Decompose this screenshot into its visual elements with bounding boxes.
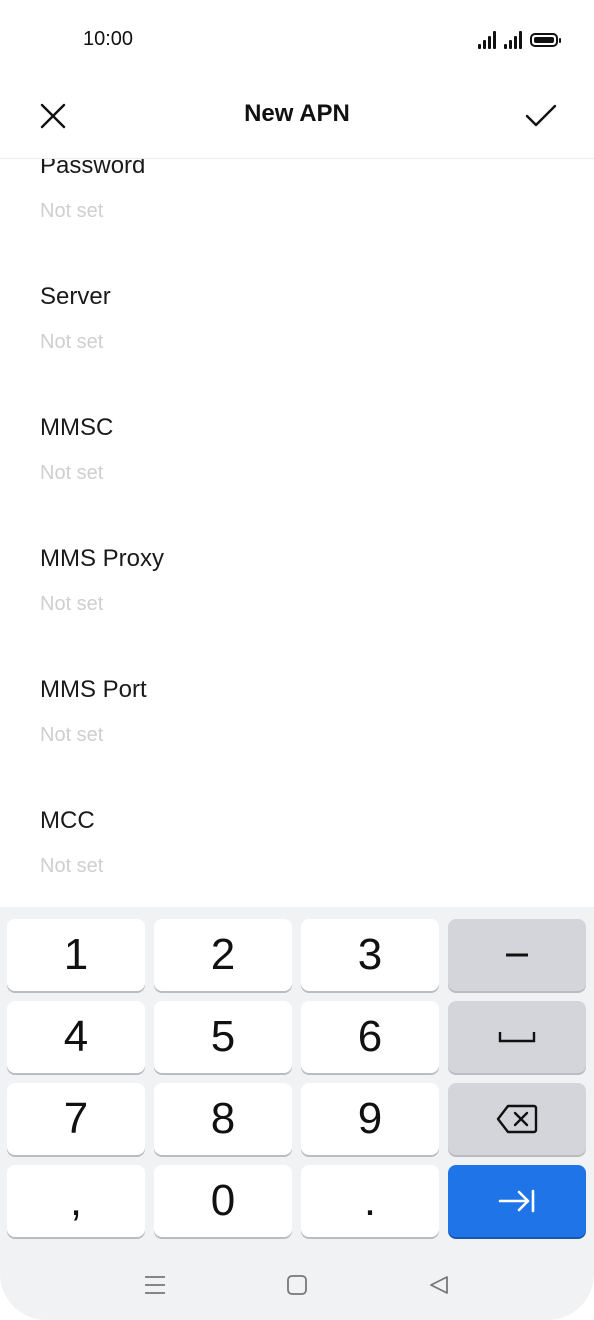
period-key[interactable]: . (301, 1165, 439, 1237)
next-key[interactable] (448, 1165, 586, 1237)
app-bar: New APN (0, 80, 594, 159)
field-value: Not set (40, 331, 104, 353)
field-label: MCC (40, 807, 95, 834)
save-button[interactable] (521, 96, 561, 136)
minus-key[interactable] (448, 919, 586, 991)
mms-proxy-field[interactable]: MMS Proxy Not set (40, 545, 560, 645)
status-bar: 10:00 (0, 0, 594, 80)
field-value: Not set (40, 855, 104, 877)
mms-port-field[interactable]: MMS Port Not set (40, 676, 560, 776)
backspace-key[interactable] (448, 1083, 586, 1155)
battery-icon (530, 33, 561, 47)
minus-icon (506, 953, 528, 957)
check-icon (525, 104, 557, 127)
field-label: MMS Proxy (40, 545, 165, 572)
password-field[interactable]: Password Not set (40, 159, 560, 252)
apn-form: Password Not set Server Not set MMSC Not… (0, 159, 594, 907)
menu-button[interactable] (140, 1270, 170, 1300)
page-title: New APN (244, 100, 350, 127)
key-1[interactable]: 1 (7, 919, 145, 991)
space-key[interactable] (448, 1001, 586, 1073)
key-9[interactable]: 9 (301, 1083, 439, 1155)
space-icon (498, 1032, 536, 1043)
status-time: 10:00 (83, 28, 134, 50)
backspace-icon (496, 1104, 538, 1134)
key-3[interactable]: 3 (301, 919, 439, 991)
numeric-keyboard: 1 2 3 4 5 6 7 8 9 , 0 . (0, 907, 594, 1248)
system-nav-bar (0, 1248, 594, 1320)
back-icon (430, 1276, 448, 1294)
field-value: Not set (40, 593, 104, 615)
field-label: MMSC (40, 414, 114, 441)
key-7[interactable]: 7 (7, 1083, 145, 1155)
home-button[interactable] (282, 1270, 312, 1300)
key-4[interactable]: 4 (7, 1001, 145, 1073)
key-2[interactable]: 2 (154, 919, 292, 991)
field-value: Not set (40, 462, 104, 484)
key-5[interactable]: 5 (154, 1001, 292, 1073)
field-label: Server (40, 283, 111, 310)
field-label: Password (40, 159, 146, 179)
field-label: MMS Port (40, 676, 147, 703)
field-value: Not set (40, 200, 104, 222)
field-value: Not set (40, 724, 104, 746)
home-icon (287, 1275, 307, 1295)
back-button[interactable] (424, 1270, 454, 1300)
key-6[interactable]: 6 (301, 1001, 439, 1073)
mcc-field[interactable]: MCC Not set (40, 807, 560, 907)
tab-next-icon (498, 1189, 535, 1213)
signal-icon (478, 31, 496, 49)
signal-icon (504, 31, 522, 49)
status-icons (478, 28, 561, 52)
key-0[interactable]: 0 (154, 1165, 292, 1237)
mmsc-field[interactable]: MMSC Not set (40, 414, 560, 514)
menu-icon (145, 1276, 165, 1294)
key-8[interactable]: 8 (154, 1083, 292, 1155)
comma-key[interactable]: , (7, 1165, 145, 1237)
server-field[interactable]: Server Not set (40, 283, 560, 383)
